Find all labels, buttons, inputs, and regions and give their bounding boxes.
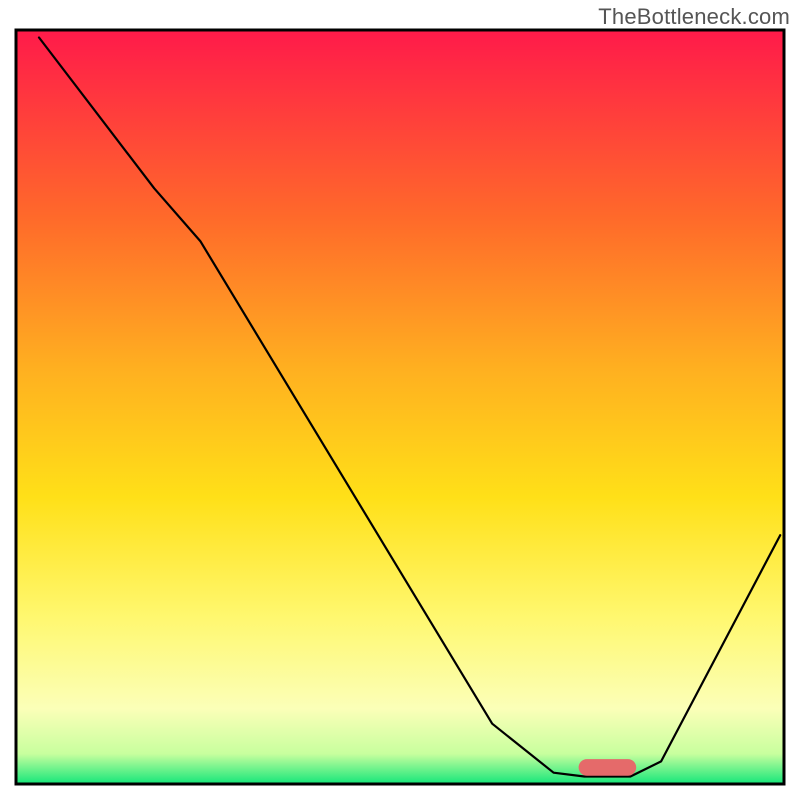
bottleneck-chart: TheBottleneck.com — [0, 0, 800, 800]
gradient-background — [16, 30, 784, 784]
optimal-marker — [579, 759, 637, 776]
chart-canvas — [0, 0, 800, 800]
watermark-label: TheBottleneck.com — [598, 4, 790, 30]
